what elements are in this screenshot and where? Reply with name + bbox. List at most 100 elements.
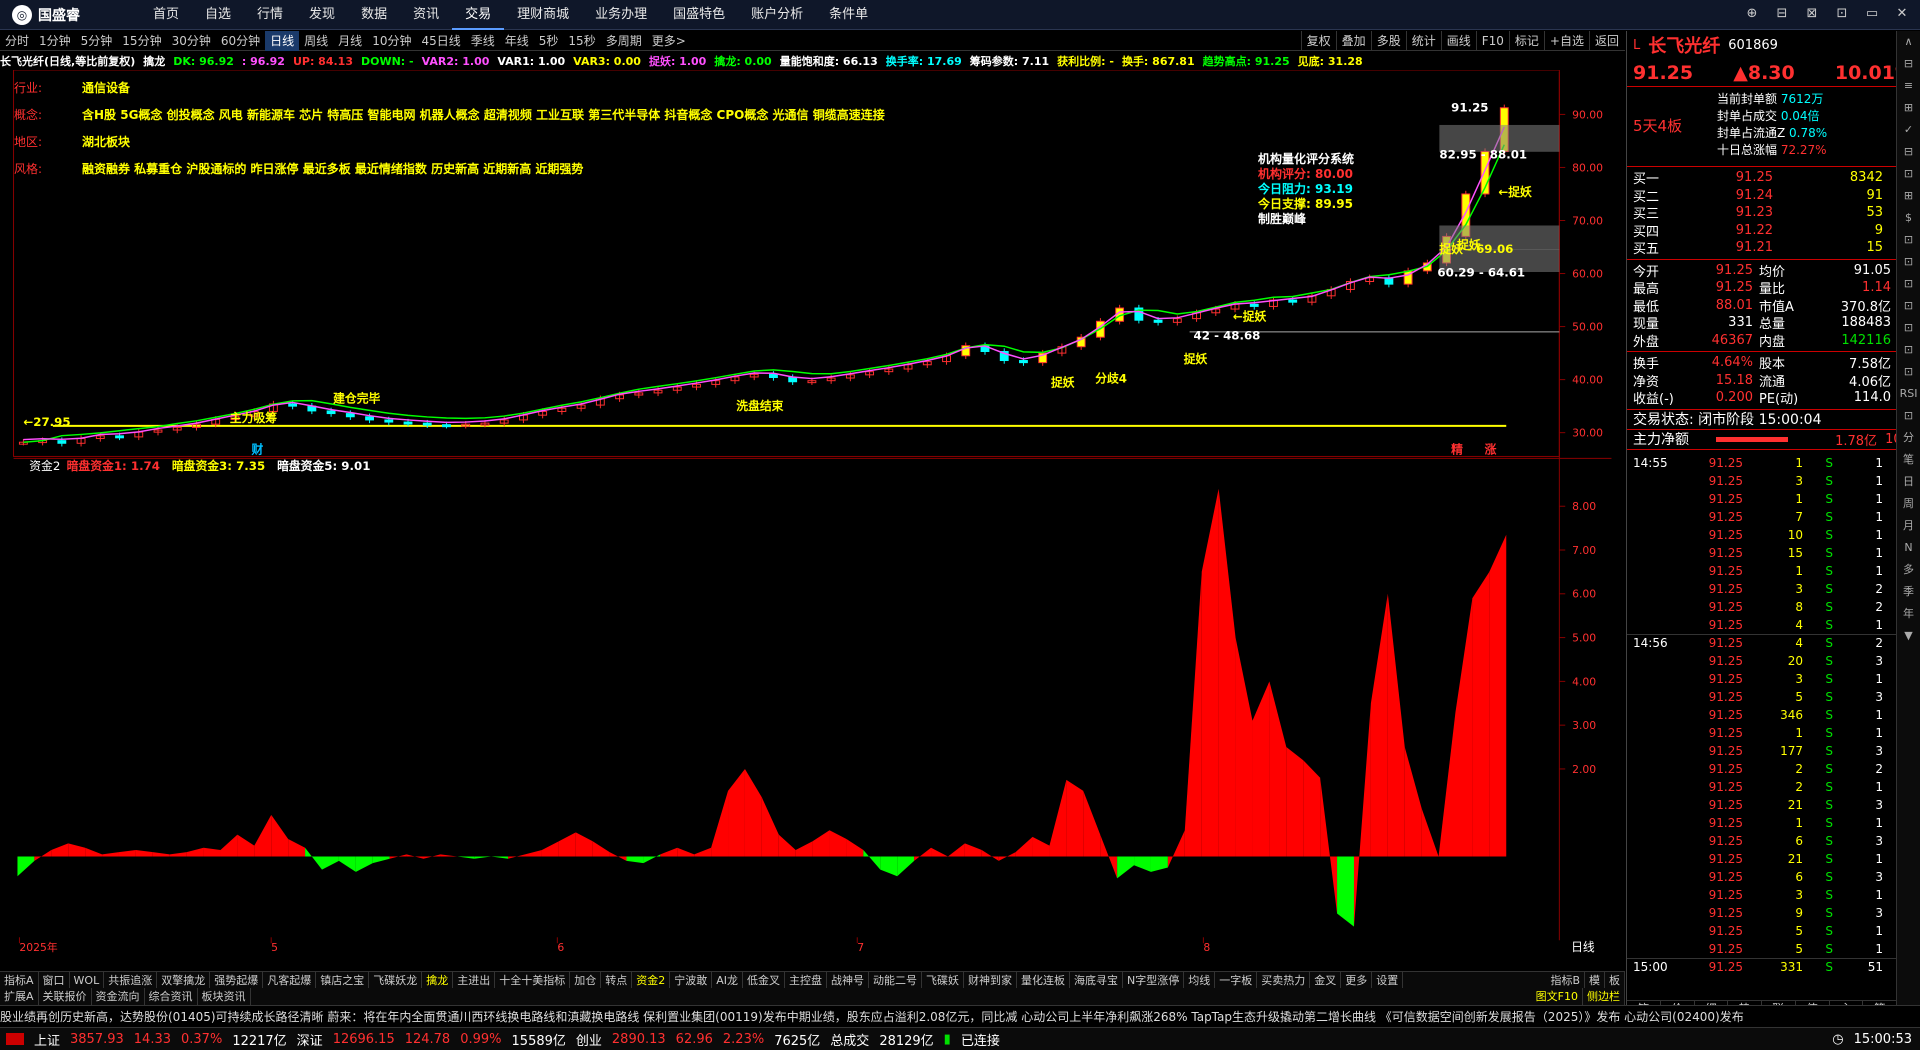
info-tab-0[interactable]: 扩展A <box>0 988 39 1005</box>
stock-name[interactable]: 长飞光纤 <box>1648 32 1720 58</box>
order-book-row[interactable]: 买五 91.21 15 <box>1627 239 1920 257</box>
period-6[interactable]: 日线 <box>265 30 300 51</box>
sidebar-icon-11[interactable]: ⊡ <box>1897 273 1920 295</box>
sidebar-icon-1[interactable]: ⊟ <box>1897 53 1920 75</box>
sidebar-icon-10[interactable]: ⊡ <box>1897 251 1920 273</box>
indicator-tab-3[interactable]: 共振追涨 <box>104 972 158 988</box>
sidebar-icon-20[interactable]: 日 <box>1897 471 1920 493</box>
indicator-tab-5[interactable]: 强势起爆 <box>210 972 264 988</box>
period-7[interactable]: 周线 <box>299 31 333 51</box>
tool-7[interactable]: +自选 <box>1543 31 1589 51</box>
sidebar-icon-21[interactable]: 周 <box>1897 493 1920 515</box>
indicator-tab-2[interactable]: WOL <box>70 972 105 988</box>
sidebar-icon-16[interactable]: RSI <box>1897 383 1920 405</box>
period-0[interactable]: 分时 <box>0 31 34 51</box>
indicator-tab-1[interactable]: 窗口 <box>39 972 70 988</box>
tool-8[interactable]: 返回 <box>1588 31 1624 51</box>
menu-5[interactable]: 资讯 <box>400 0 452 30</box>
menu-2[interactable]: 行情 <box>244 0 296 30</box>
info-tab-1[interactable]: 关联报价 <box>39 988 92 1005</box>
sidebar-icon-9[interactable]: ⊡ <box>1897 229 1920 251</box>
window-control-icon-5[interactable]: ✕ <box>1892 4 1912 24</box>
period-5[interactable]: 60分钟 <box>216 31 265 51</box>
sz-label[interactable]: 深证 <box>297 1030 323 1049</box>
indicator-tab-21[interactable]: 飞碟妖 <box>922 972 964 988</box>
indicator-tab-24[interactable]: 海底寻宝 <box>1070 972 1123 988</box>
sidebar-icon-18[interactable]: 分 <box>1897 427 1920 449</box>
news-ticker[interactable]: 股业绩再创历史新高，达势股份(01405)可持续成长路径清晰 蔚来：将在年内全面… <box>0 1005 1920 1027</box>
tool-6[interactable]: 标记 <box>1508 31 1544 51</box>
sidebar-icon-2[interactable]: ≡ <box>1897 75 1920 97</box>
indicator-tab-17[interactable]: 低金叉 <box>743 972 785 988</box>
indicator-right-tab-2[interactable]: 板 <box>1605 972 1625 988</box>
indicator-tab-29[interactable]: 金叉 <box>1310 972 1342 988</box>
sidebar-icon-23[interactable]: N <box>1897 537 1920 559</box>
period-1[interactable]: 1分钟 <box>34 31 76 51</box>
indicator-tab-18[interactable]: 主控盘 <box>785 972 827 988</box>
indicator-tab-31[interactable]: 设置 <box>1372 972 1404 988</box>
indicator-tab-20[interactable]: 动能二号 <box>869 972 922 988</box>
sidebar-icon-8[interactable]: $ <box>1897 207 1920 229</box>
indicator-tab-23[interactable]: 量化连板 <box>1017 972 1070 988</box>
indicator-tab-19[interactable]: 战神号 <box>827 972 869 988</box>
indicator-tab-4[interactable]: 双擎擒龙 <box>157 972 211 988</box>
indicator-tab-30[interactable]: 更多 <box>1341 972 1373 988</box>
menu-11[interactable]: 条件单 <box>816 0 881 30</box>
indicator-tab-22[interactable]: 财神到家 <box>964 972 1017 988</box>
period-12[interactable]: 年线 <box>500 31 534 51</box>
period-10[interactable]: 45日线 <box>416 31 465 51</box>
period-9[interactable]: 10分钟 <box>367 31 416 51</box>
sidebar-icon-24[interactable]: 多 <box>1897 559 1920 581</box>
menu-4[interactable]: 数据 <box>348 0 400 30</box>
sidebar-icon-27[interactable]: ▼ <box>1897 625 1920 647</box>
sidebar-icon-17[interactable]: ⊡ <box>1897 405 1920 427</box>
indicator-tab-28[interactable]: 买卖热力 <box>1257 972 1311 988</box>
indicator-tab-26[interactable]: 均线 <box>1184 972 1216 988</box>
tool-2[interactable]: 多股 <box>1370 31 1406 51</box>
tool-5[interactable]: F10 <box>1475 31 1509 51</box>
period-15[interactable]: 多周期 <box>601 31 647 51</box>
sidebar-icon-3[interactable]: ⊞ <box>1897 97 1920 119</box>
tick-list[interactable]: 14:55 91.25 1 S 1 91.25 3 S 1 91.25 1 S 1 91.25 7 S 1 91.… <box>1627 450 1920 976</box>
sidebar-icon-14[interactable]: ⊡ <box>1897 339 1920 361</box>
sidebar-icon-19[interactable]: 笔 <box>1897 449 1920 471</box>
sidebar-icon-22[interactable]: 月 <box>1897 515 1920 537</box>
indicator-tab-15[interactable]: 宁波敢 <box>670 972 713 988</box>
app-logo[interactable]: ◎ 国盛睿 <box>12 5 80 25</box>
period-14[interactable]: 15秒 <box>563 31 600 51</box>
window-control-icon-4[interactable]: ▭ <box>1862 4 1882 24</box>
order-book-row[interactable]: 买二 91.24 91 <box>1627 187 1920 205</box>
indicator-tab-14[interactable]: 资金2 <box>632 972 671 988</box>
chart-canvas[interactable]: 90.00 80.00 70.00 60.00 50.00 40.00 30.00 ←27.9… <box>0 70 1625 955</box>
window-control-icon-1[interactable]: ⊟ <box>1772 4 1792 24</box>
sidebar-icon-25[interactable]: 季 <box>1897 581 1920 603</box>
indicator-tab-12[interactable]: 加仓 <box>570 972 602 988</box>
tool-0[interactable]: 复权 <box>1300 31 1336 51</box>
sidebar-icon-15[interactable]: ⊡ <box>1897 361 1920 383</box>
sidebar-icon-26[interactable]: 年 <box>1897 603 1920 625</box>
sidebar-icon-4[interactable]: ✓ <box>1897 119 1920 141</box>
tool-4[interactable]: 画线 <box>1440 31 1476 51</box>
order-book-row[interactable]: 买三 91.23 53 <box>1627 204 1920 222</box>
menu-0[interactable]: 首页 <box>140 0 192 30</box>
info-right-tab-1[interactable]: 侧边栏 <box>1583 988 1625 1005</box>
cy-label[interactable]: 创业 <box>576 1030 602 1049</box>
menu-9[interactable]: 国盛特色 <box>660 0 738 30</box>
indicator-tab-25[interactable]: N字型涨停 <box>1123 972 1185 988</box>
info-tab-4[interactable]: 板块资讯 <box>198 988 251 1005</box>
indicator-tab-16[interactable]: AI龙 <box>712 972 743 988</box>
indicator-tab-27[interactable]: 一字板 <box>1215 972 1258 988</box>
indicator-tab-8[interactable]: 飞碟妖龙 <box>369 972 423 988</box>
window-control-icon-0[interactable]: ⊕ <box>1742 4 1762 24</box>
indicator-tab-6[interactable]: 凡客起爆 <box>263 972 317 988</box>
menu-1[interactable]: 自选 <box>192 0 244 30</box>
menu-10[interactable]: 账户分析 <box>738 0 816 30</box>
indicator-tab-0[interactable]: 指标A <box>0 972 39 988</box>
info-tab-2[interactable]: 资金流向 <box>92 988 145 1005</box>
info-tab-3[interactable]: 综合资讯 <box>145 988 198 1005</box>
info-right-tab-0[interactable]: 图文F10 <box>1532 988 1583 1005</box>
sidebar-icon-13[interactable]: ⊡ <box>1897 317 1920 339</box>
window-control-icon-2[interactable]: ⊠ <box>1802 4 1822 24</box>
indicator-right-tab-1[interactable]: 模 <box>1585 972 1605 988</box>
tool-1[interactable]: 叠加 <box>1335 31 1371 51</box>
